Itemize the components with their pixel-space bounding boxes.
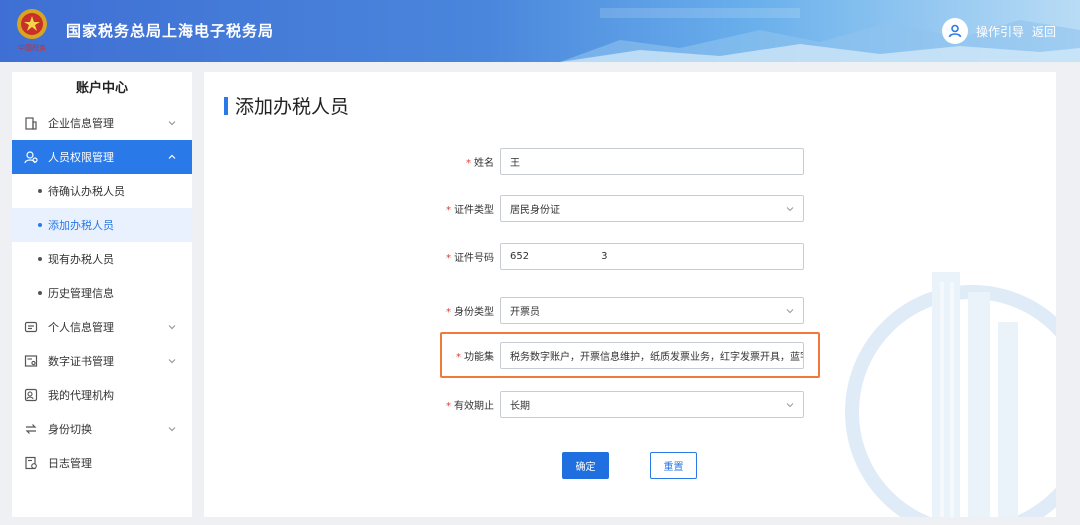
sidebar-item-digital-certificate[interactable]: 数字证书管理 bbox=[12, 344, 192, 378]
sidebar-item-personnel-permissions[interactable]: 人员权限管理 bbox=[12, 140, 192, 174]
form-row-id-number: * 证件号码 652 3 bbox=[434, 243, 814, 270]
sidebar-item-label: 日志管理 bbox=[48, 457, 92, 470]
top-header: 中国税务 国家税务总局上海电子税务局 操作引导 返回 bbox=[0, 0, 1080, 62]
required-marker: * bbox=[456, 352, 461, 363]
switch-icon bbox=[22, 420, 40, 438]
sidebar-item-label: 我的代理机构 bbox=[48, 389, 114, 402]
confirm-button[interactable]: 确定 bbox=[562, 452, 609, 479]
building-icon bbox=[22, 114, 40, 132]
id-number-suffix: 3 bbox=[601, 251, 608, 262]
chevron-down-icon bbox=[786, 309, 794, 314]
form-row-id-type: * 证件类型 居民身份证 bbox=[434, 195, 814, 222]
chevron-down-icon bbox=[168, 121, 176, 126]
tax-emblem-logo: 中国税务 bbox=[12, 6, 52, 54]
sidebar-subitem-label: 待确认办税人员 bbox=[48, 185, 125, 198]
function-set-select[interactable]: 税务数字账户，开票信息维护，纸质发票业务，红字发票开具，蓝字 bbox=[500, 342, 804, 369]
back-link[interactable]: 返回 bbox=[1032, 23, 1056, 40]
bullet-dot bbox=[38, 257, 42, 261]
tax-building-watermark bbox=[845, 272, 1056, 517]
guide-link[interactable]: 操作引导 bbox=[976, 23, 1024, 40]
sidebar-item-personal-info[interactable]: 个人信息管理 bbox=[12, 310, 192, 344]
site-title: 国家税务总局上海电子税务局 bbox=[66, 22, 275, 40]
chevron-down-icon bbox=[786, 403, 794, 408]
name-label: * 姓名 bbox=[466, 158, 494, 169]
main-panel: 添加办税人员 * 姓名 王 * 证件类型 居民身份证 * 证件号码 652 3 * 身份… bbox=[204, 72, 1056, 517]
sidebar-subitem-label: 历史管理信息 bbox=[48, 287, 114, 300]
required-marker: * bbox=[466, 158, 471, 169]
reset-button[interactable]: 重置 bbox=[650, 452, 697, 479]
chevron-down-icon bbox=[168, 427, 176, 432]
bullet-dot bbox=[38, 223, 42, 227]
sidebar-title: 账户中心 bbox=[75, 81, 128, 96]
certificate-icon bbox=[22, 352, 40, 370]
required-marker: * bbox=[446, 253, 451, 264]
chevron-down-icon bbox=[786, 207, 794, 212]
form-row-identity-type: * 身份类型 开票员 bbox=[434, 297, 814, 324]
identity-type-label: * 身份类型 bbox=[446, 307, 494, 318]
sidebar-item-label: 身份切换 bbox=[48, 423, 92, 436]
id-number-input[interactable]: 652 3 bbox=[500, 243, 804, 270]
sidebar-subitem-label: 添加办税人员 bbox=[48, 219, 114, 232]
id-card-icon bbox=[22, 318, 40, 336]
sidebar-item-my-agency[interactable]: 我的代理机构 bbox=[12, 378, 192, 412]
id-type-select[interactable]: 居民身份证 bbox=[500, 195, 804, 222]
sidebar-item-enterprise-info[interactable]: 企业信息管理 bbox=[12, 106, 192, 140]
id-type-label: * 证件类型 bbox=[446, 205, 494, 216]
bullet-dot bbox=[38, 189, 42, 193]
form-row-function-set: * 功能集 税务数字账户，开票信息维护，纸质发票业务，红字发票开具，蓝字 bbox=[434, 342, 814, 369]
chevron-up-icon bbox=[168, 154, 176, 159]
validity-label: * 有效期止 bbox=[446, 401, 494, 412]
sidebar-subitem-label: 现有办税人员 bbox=[48, 253, 114, 266]
sidebar-item-label: 人员权限管理 bbox=[48, 151, 114, 164]
page-title-text: 添加办税人员 bbox=[235, 96, 350, 118]
id-type-value: 居民身份证 bbox=[510, 205, 560, 216]
sidebar-item-label: 企业信息管理 bbox=[48, 117, 114, 130]
form-row-validity: * 有效期止 长期 bbox=[434, 391, 814, 418]
function-set-value: 税务数字账户，开票信息维护，纸质发票业务，红字发票开具，蓝字 bbox=[510, 352, 804, 363]
user-area: 操作引导 返回 bbox=[941, 18, 1056, 44]
validity-select[interactable]: 长期 bbox=[500, 391, 804, 418]
identity-type-select[interactable]: 开票员 bbox=[500, 297, 804, 324]
sidebar-item-identity-switch[interactable]: 身份切换 bbox=[12, 412, 192, 446]
chevron-down-icon bbox=[168, 325, 176, 330]
sidebar-item-label: 数字证书管理 bbox=[48, 355, 114, 368]
name-input[interactable]: 王 bbox=[500, 148, 804, 175]
name-value: 王 bbox=[510, 158, 520, 169]
function-set-label: * 功能集 bbox=[456, 352, 494, 363]
id-number-label: * 证件号码 bbox=[446, 253, 494, 264]
sidebar-subitem-add-personnel[interactable]: 添加办税人员 bbox=[12, 208, 192, 242]
required-marker: * bbox=[446, 401, 451, 412]
log-icon bbox=[22, 454, 40, 472]
user-avatar-icon[interactable] bbox=[941, 18, 968, 44]
required-marker: * bbox=[446, 205, 451, 216]
identity-type-value: 开票员 bbox=[510, 307, 540, 318]
agency-icon bbox=[22, 386, 40, 404]
required-marker: * bbox=[446, 307, 451, 318]
id-number-prefix: 652 bbox=[510, 251, 530, 262]
bullet-dot bbox=[38, 291, 42, 295]
page-title: 添加办税人员 bbox=[224, 92, 349, 119]
sidebar-subitem-pending-personnel[interactable]: 待确认办税人员 bbox=[12, 174, 192, 208]
sidebar-subitem-current-personnel[interactable]: 现有办税人员 bbox=[12, 242, 192, 276]
validity-value: 长期 bbox=[510, 401, 530, 412]
form-row-name: * 姓名 王 bbox=[434, 148, 814, 175]
sidebar-item-label: 个人信息管理 bbox=[48, 321, 114, 334]
logo-text: 中国税务 bbox=[18, 43, 46, 52]
sidebar-item-log-management[interactable]: 日志管理 bbox=[12, 446, 192, 480]
chevron-down-icon bbox=[168, 359, 176, 364]
user-lock-icon bbox=[22, 148, 40, 166]
sidebar-subitem-history[interactable]: 历史管理信息 bbox=[12, 276, 192, 310]
sidebar: 账户中心 企业信息管理 人员权限管理 待确认办税人员 添加办税人员 现有办税人员… bbox=[12, 72, 192, 517]
title-accent-bar bbox=[224, 96, 228, 115]
